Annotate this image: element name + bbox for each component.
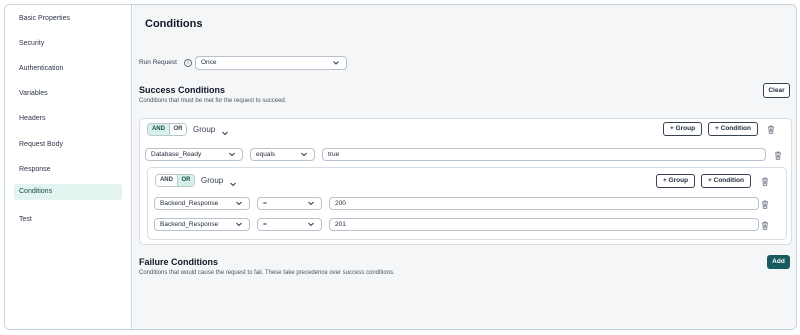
sidebar-item-headers[interactable]: Headers: [14, 111, 122, 127]
group-label: Group: [201, 176, 224, 185]
field-value: Database_Ready: [151, 151, 202, 158]
and-toggle[interactable]: AND: [148, 124, 169, 135]
trash-icon[interactable]: [761, 200, 769, 209]
sidebar-item-response[interactable]: Response: [14, 162, 122, 178]
failure-conditions-subtitle: Conditions that would cause the request …: [139, 270, 395, 276]
sidebar: Basic Properties Security Authentication…: [5, 5, 132, 329]
sidebar-item-request-body[interactable]: Request Body: [14, 137, 122, 153]
sidebar-item-variables[interactable]: Variables: [14, 86, 122, 102]
sidebar-item-conditions[interactable]: Conditions: [14, 184, 122, 200]
operator-value: =: [263, 221, 267, 228]
and-toggle[interactable]: AND: [156, 175, 177, 186]
group-label: Group: [193, 125, 216, 134]
chevron-down-icon: [300, 149, 308, 161]
sidebar-item-authentication[interactable]: Authentication: [14, 61, 122, 77]
chevron-down-icon: [307, 219, 315, 231]
chevron-down-icon[interactable]: [229, 176, 237, 194]
add-condition-button[interactable]: + Condition: [708, 122, 758, 136]
sidebar-item-security[interactable]: Security: [14, 36, 122, 52]
add-group-button[interactable]: + Group: [656, 174, 695, 188]
operator-select[interactable]: =: [257, 197, 322, 210]
chevron-down-icon: [235, 198, 243, 210]
chevron-down-icon: [307, 198, 315, 210]
or-toggle[interactable]: OR: [168, 124, 186, 135]
chevron-down-icon: [332, 57, 340, 69]
trash-icon[interactable]: [761, 177, 769, 186]
field-select[interactable]: Backend_Response: [154, 197, 250, 210]
sidebar-item-basic-properties[interactable]: Basic Properties: [14, 11, 122, 27]
operator-value: =: [263, 200, 267, 207]
failure-conditions-title: Failure Conditions: [139, 257, 219, 267]
or-toggle[interactable]: OR: [176, 175, 194, 186]
add-condition-button[interactable]: + Condition: [701, 174, 751, 188]
clear-button[interactable]: Clear: [763, 83, 790, 98]
field-select[interactable]: Backend_Response: [154, 218, 250, 231]
operator-select[interactable]: =: [257, 218, 322, 231]
run-request-select[interactable]: Once: [195, 56, 347, 70]
and-or-toggle: AND OR: [155, 174, 195, 187]
nested-condition-group: AND OR Group + Group + Condition Backend…: [147, 167, 787, 240]
chevron-down-icon: [235, 219, 243, 231]
success-conditions-title: Success Conditions: [139, 85, 226, 95]
field-value: Backend_Response: [160, 221, 219, 228]
run-request-label: Run Request: [139, 59, 177, 66]
add-failure-condition-button[interactable]: Add: [767, 255, 790, 269]
value-input[interactable]: true: [322, 148, 766, 161]
info-icon[interactable]: i: [184, 59, 192, 67]
sidebar-item-test[interactable]: Test: [14, 212, 122, 228]
field-select[interactable]: Database_Ready: [145, 148, 243, 161]
chevron-down-icon: [228, 149, 236, 161]
condition-group: AND OR Group + Group + Condition Databas…: [139, 118, 792, 245]
and-or-toggle: AND OR: [147, 123, 187, 136]
app-window: Basic Properties Security Authentication…: [4, 4, 797, 330]
field-value: Backend_Response: [160, 200, 219, 207]
operator-value: equals: [256, 151, 276, 158]
run-request-value: Once: [201, 59, 217, 66]
success-conditions-subtitle: Conditions that must be met for the requ…: [139, 98, 287, 104]
trash-icon[interactable]: [761, 221, 769, 230]
operator-select[interactable]: equals: [250, 148, 315, 161]
add-group-button[interactable]: + Group: [663, 122, 702, 136]
value-input[interactable]: 201: [329, 218, 759, 231]
main-panel: Conditions Run Request i Once Success Co…: [133, 5, 796, 329]
chevron-down-icon[interactable]: [221, 125, 229, 143]
trash-icon[interactable]: [774, 151, 782, 160]
page-title: Conditions: [145, 18, 203, 30]
value-input[interactable]: 200: [329, 197, 759, 210]
trash-icon[interactable]: [767, 125, 775, 134]
